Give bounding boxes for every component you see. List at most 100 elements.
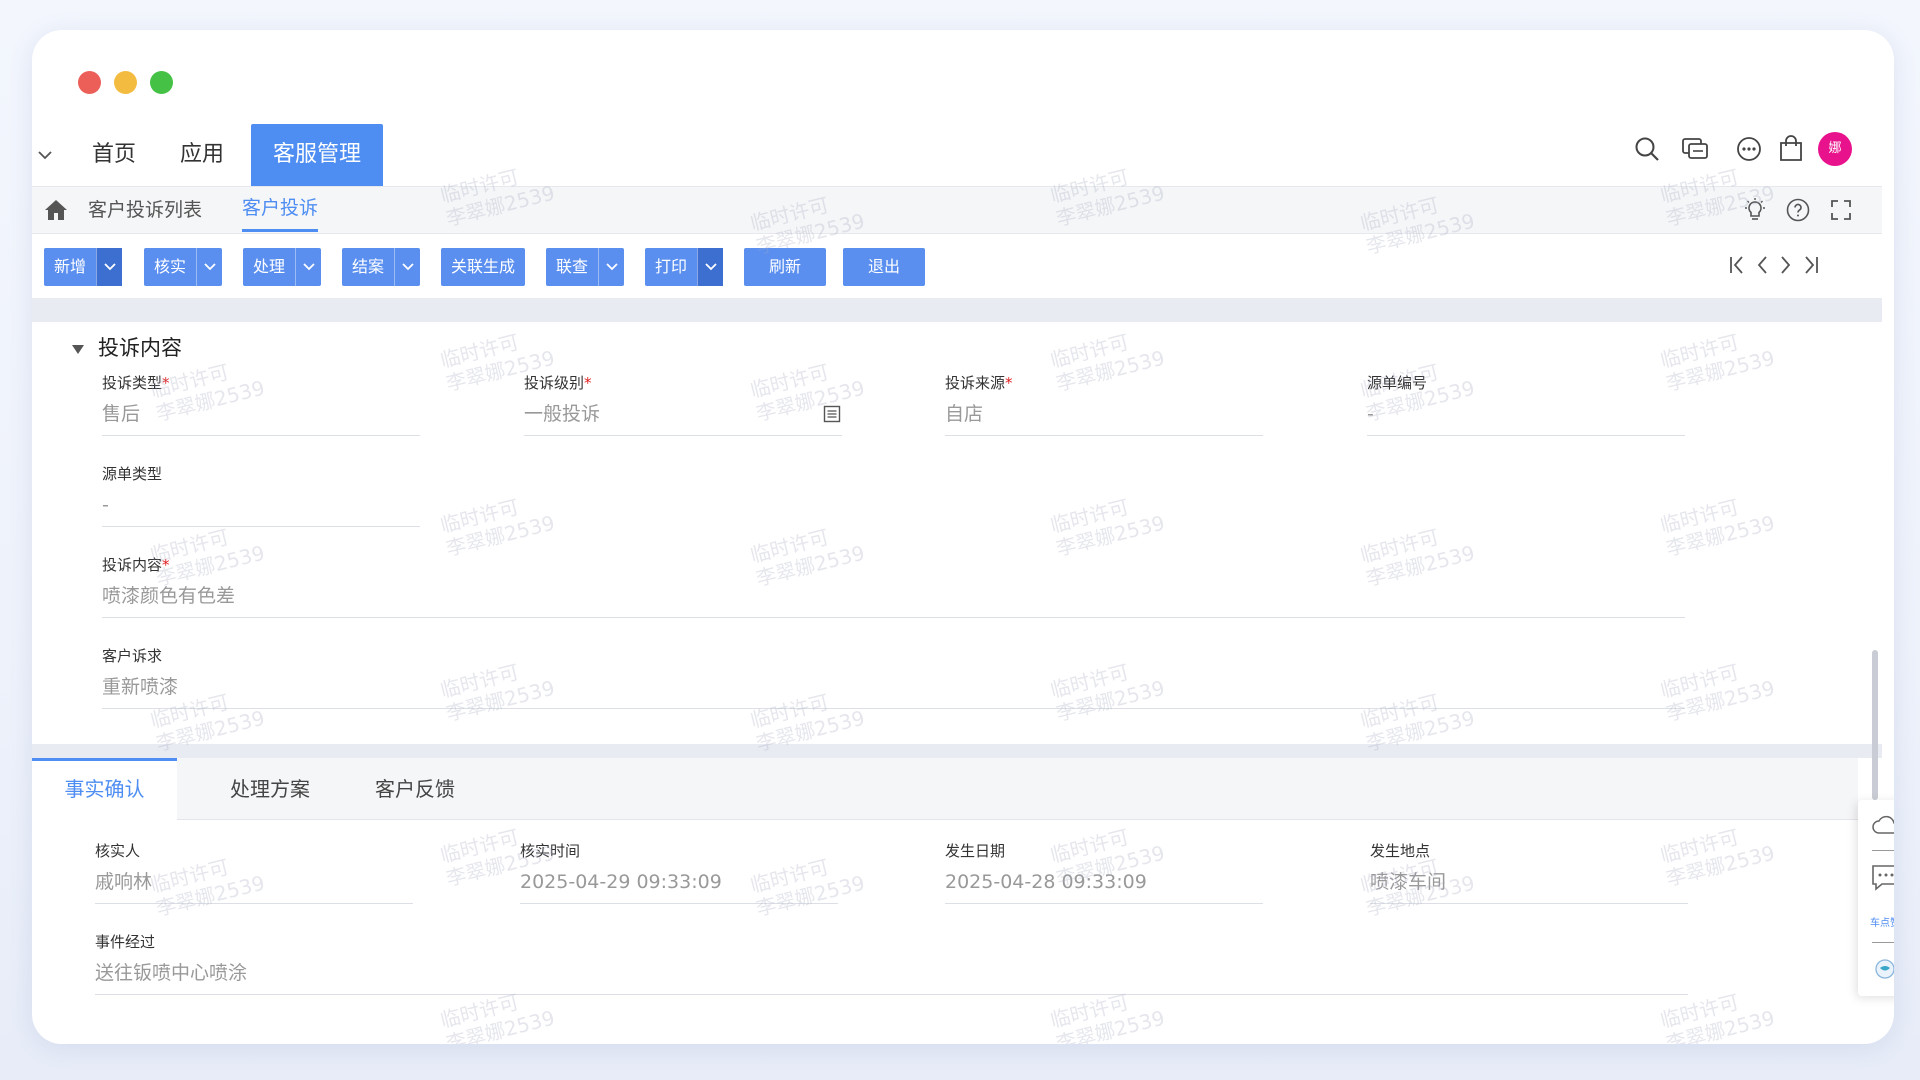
top-icon-bar: 娜 <box>1632 132 1882 178</box>
complaint-type-label: 投诉类型 <box>102 374 163 392</box>
occur-date-field[interactable]: 发生日期 2025-04-28 09:33:09 <box>945 840 1263 904</box>
event-process-value[interactable]: 送往钣喷中心喷涂 <box>95 961 1688 995</box>
print-button-label: 打印 <box>655 257 688 276</box>
first-record-icon[interactable] <box>1728 254 1746 276</box>
collapse-triangle-icon[interactable] <box>72 344 84 354</box>
chevron-down-icon[interactable] <box>394 248 420 286</box>
complaint-level-input[interactable]: 一般投诉 <box>524 402 842 436</box>
source-type-value[interactable]: - <box>102 493 420 527</box>
nav-item-customer-service[interactable]: 客服管理 <box>251 124 384 186</box>
avatar[interactable]: 娜 <box>1818 132 1852 166</box>
location-field[interactable]: 发生地点 喷漆车间 <box>1370 840 1688 904</box>
cloud-icon[interactable] <box>1871 814 1894 836</box>
complaint-level-label: 投诉级别 <box>524 374 585 392</box>
breadcrumb-item-complaint[interactable]: 客户投诉 <box>242 187 319 232</box>
complaint-content-value[interactable]: 喷漆颜色有色差 <box>102 584 1685 618</box>
complaint-source-label: 投诉来源 <box>945 374 1006 392</box>
record-pager <box>1728 254 1828 280</box>
tab-fact-confirm[interactable]: 事实确认 <box>32 758 177 820</box>
assistant-icon[interactable] <box>1874 958 1894 980</box>
last-record-icon[interactable] <box>1802 254 1820 276</box>
maximize-window-button[interactable] <box>150 71 173 94</box>
help-icon[interactable] <box>1785 197 1811 223</box>
close-window-button[interactable] <box>78 71 101 94</box>
search-icon[interactable] <box>1632 134 1662 164</box>
required-mark: * <box>162 374 170 392</box>
customer-demand-label: 客户诉求 <box>102 647 163 665</box>
chevron-down-icon[interactable] <box>96 248 123 286</box>
event-process-label: 事件经过 <box>95 933 156 951</box>
chat-icon[interactable] <box>1680 134 1710 164</box>
customer-demand-field[interactable]: 客户诉求 重新喷漆 <box>102 645 1685 709</box>
chevron-down-icon[interactable] <box>697 248 724 286</box>
section-separator <box>32 744 1882 758</box>
print-button[interactable]: 打印 <box>645 248 724 286</box>
complaint-type-field[interactable]: 投诉类型* 售后 <box>102 372 420 436</box>
tab-handling-plan[interactable]: 处理方案 <box>212 758 328 820</box>
chevron-down-icon[interactable] <box>598 248 624 286</box>
source-type-label: 源单类型 <box>102 465 163 483</box>
close-case-button[interactable]: 结案 <box>342 248 421 286</box>
complaint-content-field[interactable]: 投诉内容* 喷漆颜色有色差 <box>102 554 1685 618</box>
window-controls <box>78 71 173 94</box>
tab-customer-feedback[interactable]: 客户反馈 <box>357 758 473 820</box>
query-button[interactable]: 联查 <box>546 248 625 286</box>
source-number-value[interactable]: - <box>1367 402 1685 436</box>
previous-record-icon[interactable] <box>1754 254 1770 276</box>
action-toolbar: 新增 核实 处理 结案 关联生成 联查 打印 刷新 退出 <box>32 234 1882 298</box>
breadcrumb-item-complaint-list[interactable]: 客户投诉列表 <box>88 187 202 233</box>
lightbulb-icon[interactable] <box>1742 197 1768 223</box>
add-button-label: 新增 <box>54 257 87 276</box>
occur-date-value[interactable]: 2025-04-28 09:33:09 <box>945 870 1263 904</box>
source-type-field[interactable]: 源单类型 - <box>102 463 420 527</box>
complaint-content-label: 投诉内容 <box>102 556 163 574</box>
list-picker-icon[interactable] <box>822 404 842 424</box>
source-number-field[interactable]: 源单编号 - <box>1367 372 1685 436</box>
event-process-field[interactable]: 事件经过 送往钣喷中心喷涂 <box>95 931 1688 995</box>
chevron-down-icon[interactable] <box>36 146 54 164</box>
minimize-window-button[interactable] <box>114 71 137 94</box>
handle-button[interactable]: 处理 <box>243 248 322 286</box>
location-value[interactable]: 喷漆车间 <box>1370 870 1688 904</box>
car-like-label[interactable]: 车点赞 <box>1858 914 1894 929</box>
field-label: 投诉类型* <box>102 372 420 394</box>
section-header[interactable]: 投诉内容 <box>72 332 182 362</box>
vertical-scrollbar[interactable] <box>1872 650 1878 800</box>
verifier-label: 核实人 <box>95 842 141 860</box>
complaint-source-value[interactable]: 自店 <box>945 402 1263 436</box>
nav-item-home[interactable]: 首页 <box>92 124 136 186</box>
field-label: 投诉内容* <box>102 554 1685 576</box>
verify-time-value[interactable]: 2025-04-29 09:33:09 <box>520 870 838 904</box>
link-generate-button[interactable]: 关联生成 <box>441 248 526 286</box>
message-icon[interactable] <box>1734 134 1764 164</box>
complaint-level-value: 一般投诉 <box>524 403 601 425</box>
exit-button[interactable]: 退出 <box>843 248 925 286</box>
verify-button[interactable]: 核实 <box>144 248 223 286</box>
fullscreen-icon[interactable] <box>1830 199 1852 221</box>
verifier-field[interactable]: 核实人 戚响林 <box>95 840 413 904</box>
divider <box>1872 942 1894 943</box>
divider <box>1872 850 1894 851</box>
chevron-down-icon[interactable] <box>196 248 222 286</box>
shopping-bag-icon[interactable] <box>1776 134 1806 164</box>
nav-item-apps[interactable]: 应用 <box>180 124 224 186</box>
next-record-icon[interactable] <box>1778 254 1794 276</box>
add-button[interactable]: 新增 <box>44 248 123 286</box>
verifier-value[interactable]: 戚响林 <box>95 870 413 904</box>
complaint-type-value[interactable]: 售后 <box>102 402 420 436</box>
app-window: 首页 应用 客服管理 娜 客户投诉列表 客户投诉 新增 核实 处理 结案 关联生… <box>32 30 1894 1044</box>
handle-button-label: 处理 <box>253 257 286 276</box>
complaint-level-field[interactable]: 投诉级别* 一般投诉 <box>524 372 842 436</box>
comment-icon[interactable] <box>1870 862 1894 892</box>
content-separator <box>32 298 1882 322</box>
detail-tabs: 事实确认 处理方案 客户反馈 <box>32 758 1858 820</box>
customer-demand-value[interactable]: 重新喷漆 <box>102 675 1685 709</box>
home-icon[interactable] <box>44 199 68 221</box>
link-generate-button-label: 关联生成 <box>451 257 516 276</box>
verify-time-field[interactable]: 核实时间 2025-04-29 09:33:09 <box>520 840 838 904</box>
floating-tool-panel: 车点赞 <box>1858 800 1894 996</box>
complaint-source-field[interactable]: 投诉来源* 自店 <box>945 372 1263 436</box>
verify-time-label: 核实时间 <box>520 842 581 860</box>
refresh-button[interactable]: 刷新 <box>744 248 826 286</box>
chevron-down-icon[interactable] <box>295 248 321 286</box>
